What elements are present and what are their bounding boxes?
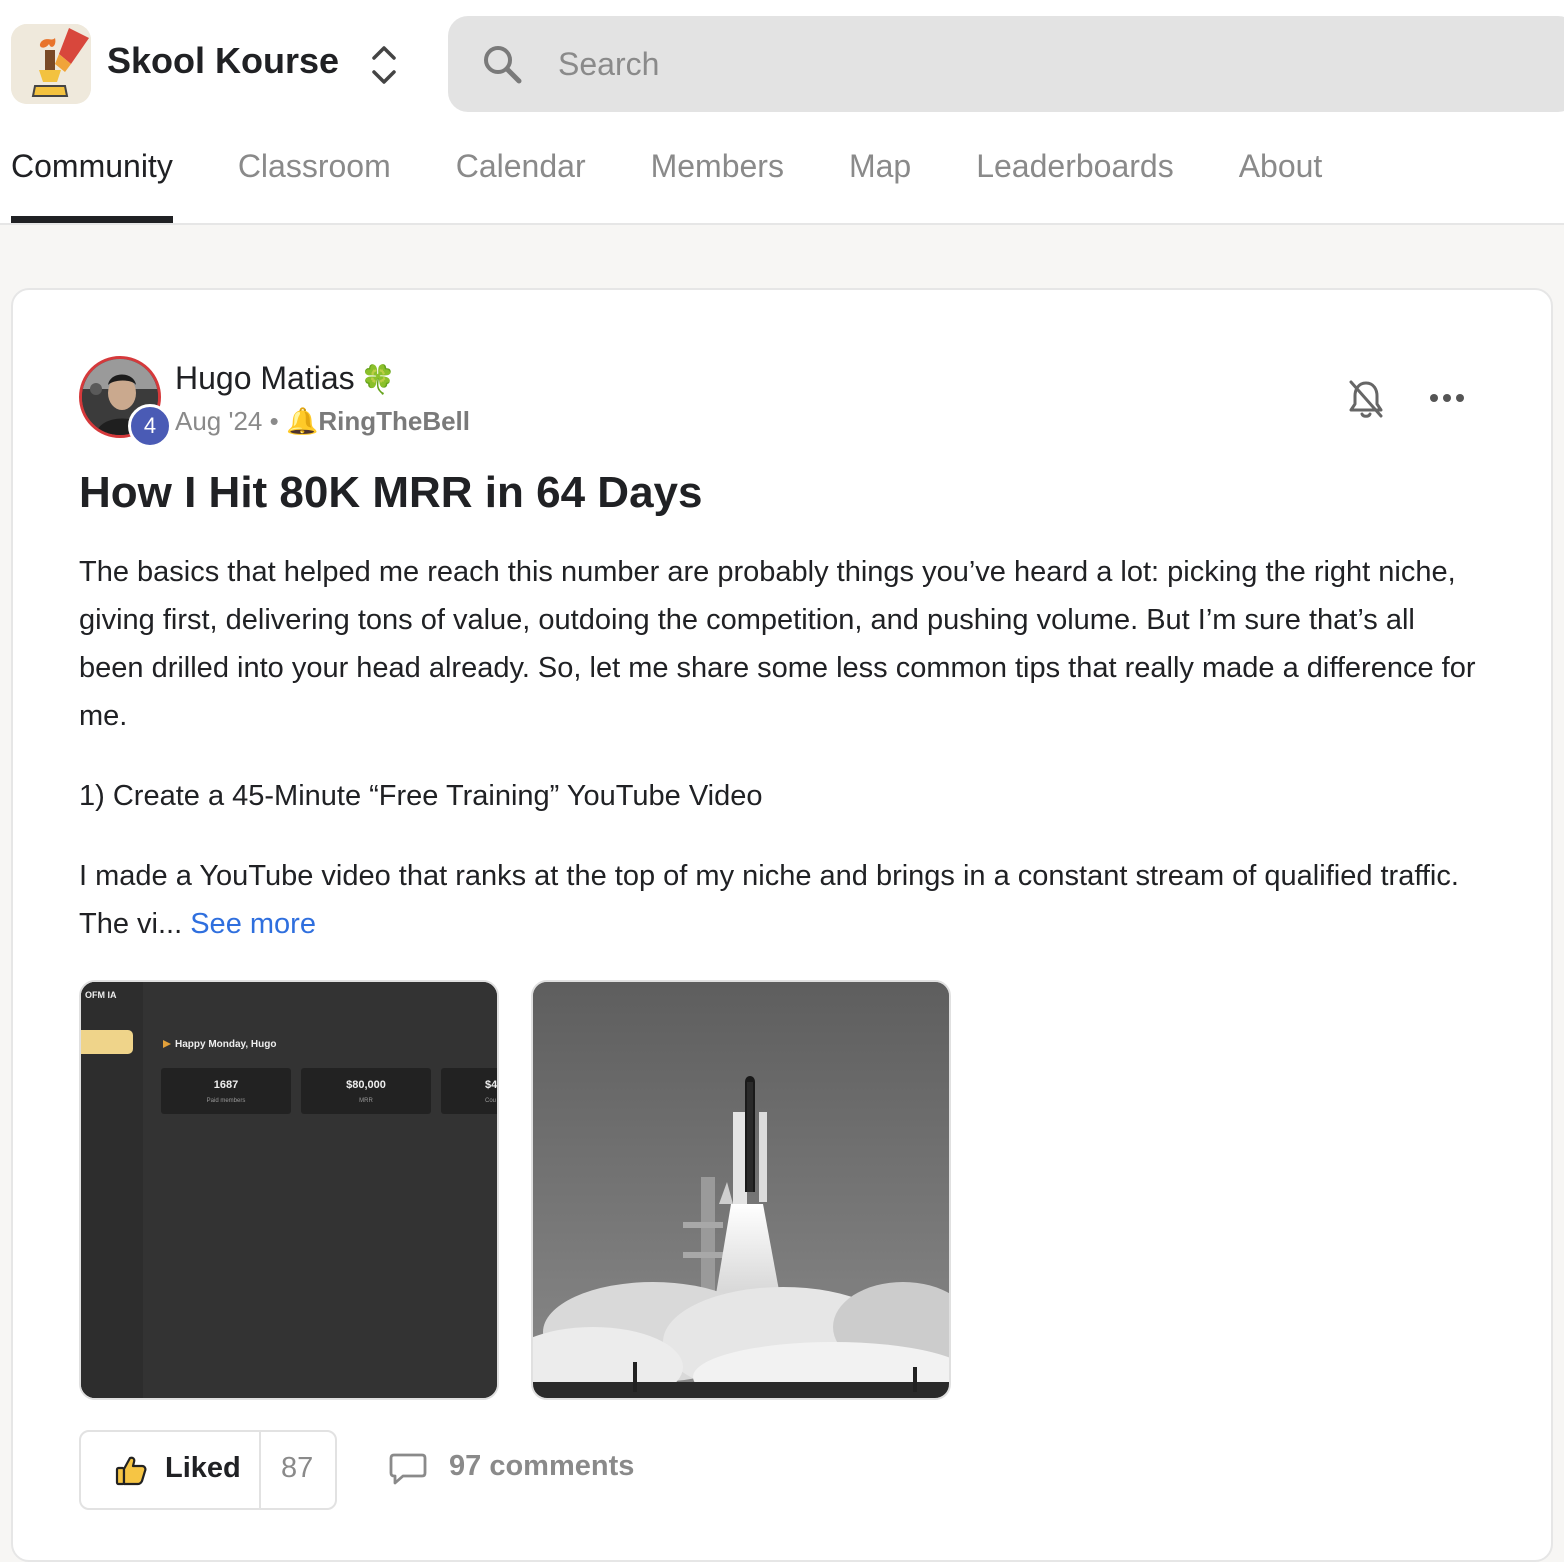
dashboard-stat-label: MRR xyxy=(359,1098,373,1104)
author-emoji: 🍀 xyxy=(360,364,396,395)
post-title[interactable]: How I Hit 80K MRR in 64 Days xyxy=(79,468,702,518)
search-icon xyxy=(480,42,524,86)
tab-members[interactable]: Members xyxy=(651,140,784,223)
attachment-rocket-image[interactable] xyxy=(531,980,951,1400)
post-paragraph: I made a YouTube video that ranks at the… xyxy=(79,852,1479,948)
like-control: Liked 87 xyxy=(79,1430,337,1510)
dashboard-stat-value: 1687 xyxy=(214,1079,238,1091)
like-count[interactable]: 87 xyxy=(281,1452,313,1485)
dashboard-corner-label: OFM IA xyxy=(85,990,117,1000)
dashboard-stat-label: Cou xyxy=(485,1098,496,1104)
meta-separator: • xyxy=(269,406,279,436)
post-meta: Aug '24 • 🔔RingTheBell xyxy=(175,406,470,437)
thumbs-up-icon xyxy=(115,1454,147,1486)
tab-map[interactable]: Map xyxy=(849,140,911,223)
bell-off-icon[interactable] xyxy=(1347,378,1385,420)
tab-about[interactable]: About xyxy=(1239,140,1323,223)
top-bar: Skool Kourse Community Classroom Calenda… xyxy=(0,0,1564,225)
community-name[interactable]: Skool Kourse xyxy=(107,40,339,82)
author-name[interactable]: Hugo Matias 🍀 xyxy=(175,360,396,397)
more-dots-icon[interactable] xyxy=(1427,380,1467,416)
like-button[interactable]: Liked xyxy=(81,1432,259,1508)
switcher-chevrons-icon[interactable] xyxy=(364,40,404,90)
post-category[interactable]: RingTheBell xyxy=(318,406,470,436)
nav-tabs: Community Classroom Calendar Members Map… xyxy=(11,140,1322,223)
category-emoji: 🔔 xyxy=(285,406,319,436)
comment-icon xyxy=(389,1452,427,1486)
tab-calendar[interactable]: Calendar xyxy=(456,140,586,223)
post-paragraph: The basics that helped me reach this num… xyxy=(79,556,1476,732)
like-label: Liked xyxy=(165,1452,241,1484)
search-bar[interactable] xyxy=(448,16,1564,112)
see-more-link[interactable]: See more xyxy=(190,908,316,940)
dashboard-stat-value: $4 xyxy=(485,1079,497,1091)
like-divider xyxy=(259,1432,261,1508)
level-badge: 4 xyxy=(128,404,172,448)
search-input[interactable] xyxy=(558,38,1458,90)
dashboard-stat-label: Paid members xyxy=(207,1098,246,1104)
tab-leaderboards[interactable]: Leaderboards xyxy=(976,140,1173,223)
attachment-dashboard-image[interactable]: OFM IA Happy Monday, Hugo 1687 Paid memb… xyxy=(79,980,499,1400)
community-logo-icon[interactable] xyxy=(11,24,91,104)
dashboard-greeting: Happy Monday, Hugo xyxy=(175,1039,276,1050)
author-name-text[interactable]: Hugo Matias xyxy=(175,360,355,396)
post-paragraph: 1) Create a 45-Minute “Free Training” Yo… xyxy=(79,780,763,812)
post-card[interactable]: 4 Hugo Matias 🍀 Aug '24 • 🔔RingTheBell Ho… xyxy=(11,288,1553,1562)
post-date[interactable]: Aug '24 xyxy=(175,406,262,436)
dashboard-stat-value: $80,000 xyxy=(346,1079,386,1091)
tab-classroom[interactable]: Classroom xyxy=(238,140,391,223)
post-body[interactable]: The basics that helped me reach this num… xyxy=(79,548,1479,980)
comments-count-label: 97 comments xyxy=(449,1450,635,1482)
tab-community[interactable]: Community xyxy=(11,140,173,223)
